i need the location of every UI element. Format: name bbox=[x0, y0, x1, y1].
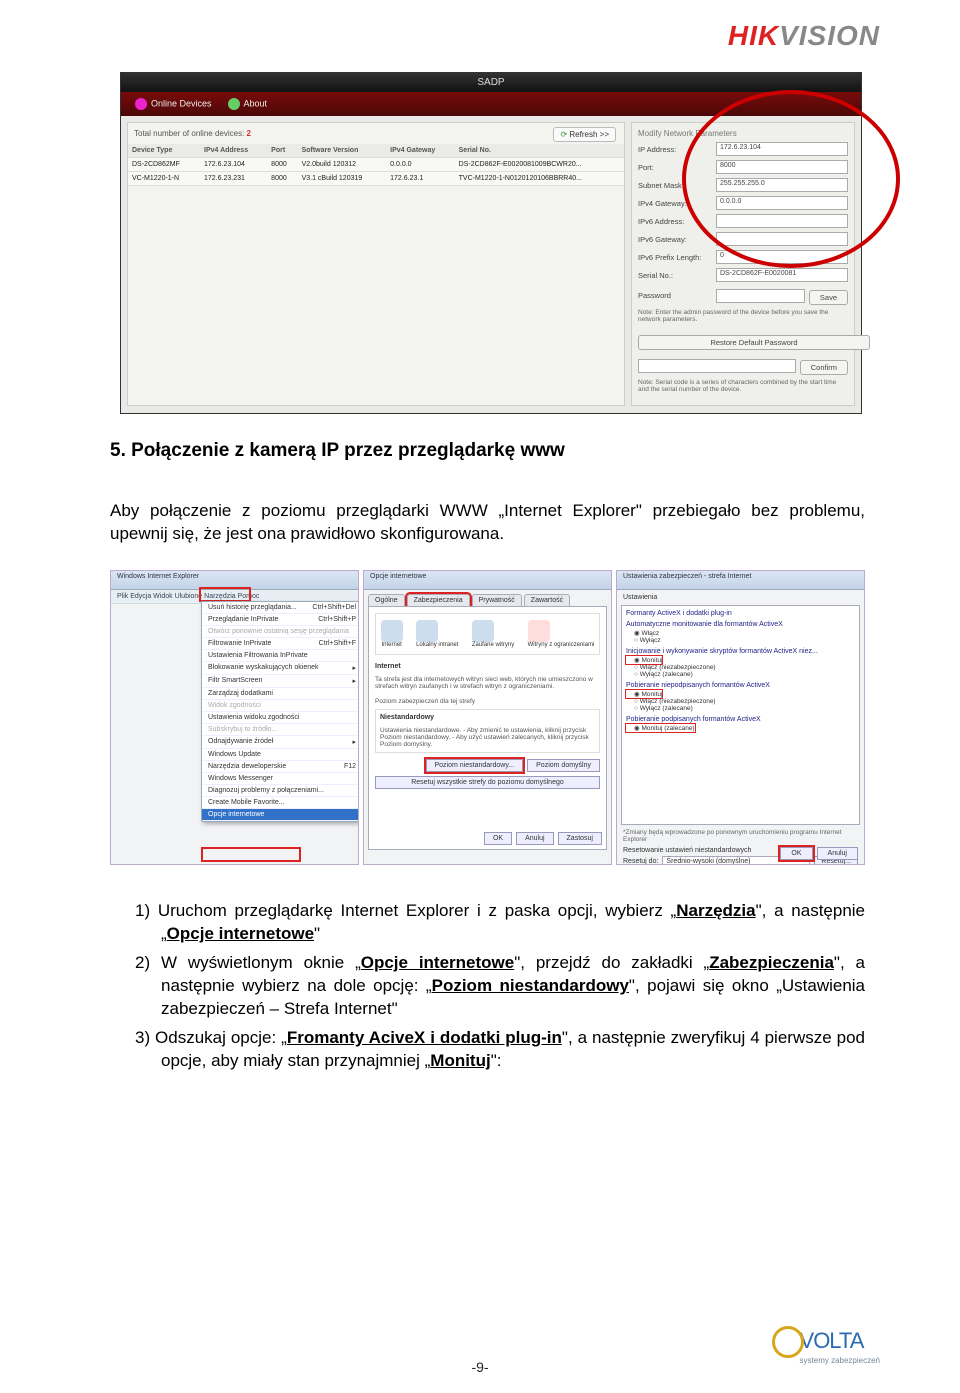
restricted-icon[interactable] bbox=[528, 620, 550, 642]
cancel-button[interactable]: Anuluj bbox=[516, 832, 553, 845]
serial-code-field[interactable] bbox=[638, 359, 796, 373]
note-text-2: Note: Serial code is a series of charact… bbox=[638, 379, 848, 393]
counter-label: Total number of online devices: bbox=[134, 129, 244, 138]
table-row[interactable]: VC-M1220-1-N172.6.23.2318000V3.1 cBuild … bbox=[128, 172, 624, 186]
tab-privacy[interactable]: Prywatność bbox=[472, 594, 522, 606]
section-heading: 5. Połączenie z kamerą IP przez przegląd… bbox=[110, 440, 565, 462]
ie-screenshots-row: Windows Internet Explorer Plik Edycja Wi… bbox=[110, 570, 865, 865]
volta-logo: VOLTA systemy zabezpieczeń bbox=[772, 1326, 880, 1365]
menu-item[interactable]: Otwórz ponownie ostatnią sesję przegląda… bbox=[202, 626, 359, 638]
zone-heading: Internet bbox=[375, 663, 600, 670]
mask-field[interactable]: 255.255.255.0 bbox=[716, 178, 848, 192]
device-list-panel: Total number of online devices: 2 ⟳ Refr… bbox=[127, 122, 625, 406]
numbered-list: 1) Uruchom przeglądarkę Internet Explore… bbox=[135, 900, 865, 1079]
menu-item-internet-options[interactable]: Opcje internetowe bbox=[202, 809, 359, 821]
nonstd-text: Ustawienia niestandardowe. - Aby zmienić… bbox=[380, 727, 595, 748]
restart-note: *Zmiany będą wprowadzone po ponownym uru… bbox=[617, 829, 864, 843]
tab-security[interactable]: Zabezpieczenia bbox=[407, 594, 470, 606]
sadp-window: SADP Online Devices About Total number o… bbox=[120, 72, 862, 414]
security-settings-dialog: Ustawienia zabezpieczeń - strefa Interne… bbox=[616, 570, 865, 865]
trusted-icon[interactable] bbox=[472, 620, 494, 642]
level-label: Poziom zabezpieczeń dla tej strefy bbox=[375, 698, 600, 705]
sadp-toolbar: Online Devices About bbox=[121, 92, 861, 116]
table-header-row: Device Type IPv4 Address Port Software V… bbox=[128, 144, 624, 158]
menu-item[interactable]: Create Mobile Favorite... bbox=[202, 797, 359, 809]
titlebar: Opcje internetowe bbox=[364, 571, 611, 590]
tab-online-devices[interactable]: Online Devices bbox=[135, 98, 212, 110]
ok-button[interactable]: OK bbox=[780, 847, 812, 860]
cancel-button[interactable]: Anuluj bbox=[817, 847, 858, 860]
settings-list[interactable]: Formanty ActiveX i dodatki plug-in Autom… bbox=[621, 605, 860, 825]
default-level-button[interactable]: Poziom domyślny bbox=[527, 759, 600, 772]
globe-icon bbox=[135, 98, 147, 110]
settings-label: Ustawienia bbox=[617, 590, 864, 601]
reset-zones-button[interactable]: Resetuj wszystkie strefy do poziomu domy… bbox=[375, 776, 600, 789]
ip6-field[interactable] bbox=[716, 214, 848, 228]
menu-item[interactable]: Filtrowanie InPrivateCtrl+Shift+F bbox=[202, 638, 359, 650]
menu-item[interactable]: Filtr SmartScreen▸ bbox=[202, 675, 359, 688]
menu-item[interactable]: Ustawienia widoku zgodności bbox=[202, 712, 359, 724]
tools-dropdown: Usuń historię przeglądania...Ctrl+Shift+… bbox=[201, 601, 359, 822]
pre6-field[interactable]: 0 bbox=[716, 250, 848, 264]
menu-item[interactable]: Narzędzia deweloperskieF12 bbox=[202, 761, 359, 773]
ok-button[interactable]: OK bbox=[484, 832, 512, 845]
save-button[interactable]: Save bbox=[809, 290, 848, 305]
menu-item[interactable]: Widok zgodności bbox=[202, 700, 359, 712]
port-field[interactable]: 8000 bbox=[716, 160, 848, 174]
serial-field: DS-2CD862F-E0020081 bbox=[716, 268, 848, 282]
list-item: 1) Uruchom przeglądarkę Internet Explore… bbox=[135, 900, 865, 946]
globe-icon[interactable] bbox=[381, 620, 403, 642]
note-text: Note: Enter the admin password of the de… bbox=[638, 309, 848, 323]
refresh-button[interactable]: ⟳ Refresh >> bbox=[553, 127, 616, 142]
gw4-field[interactable]: 0.0.0.0 bbox=[716, 196, 848, 210]
menu-item[interactable]: Windows Messenger bbox=[202, 773, 359, 785]
tab-content[interactable]: Zawartość bbox=[524, 594, 570, 606]
table-row[interactable]: DS-2CD862MF172.6.23.1048000V2.0build 120… bbox=[128, 158, 624, 172]
intro-paragraph: Aby połączenie z poziomu przeglądarki WW… bbox=[110, 500, 865, 546]
sadp-titlebar: SADP bbox=[121, 73, 861, 92]
panel-title: Modify Network Parameters bbox=[638, 129, 848, 138]
tab-general[interactable]: Ogólne bbox=[368, 594, 405, 606]
list-item: 2) W wyświetlonym oknie „Opcje interneto… bbox=[135, 952, 865, 1021]
internet-options-dialog: Opcje internetowe Ogólne Zabezpieczenia … bbox=[363, 570, 612, 865]
gear-icon bbox=[772, 1326, 804, 1358]
modify-network-panel: Modify Network Parameters IP Address:172… bbox=[631, 122, 855, 406]
restore-default-button[interactable]: Restore Default Password bbox=[638, 335, 870, 350]
gw6-field[interactable] bbox=[716, 232, 848, 246]
ie-main-window: Windows Internet Explorer Plik Edycja Wi… bbox=[110, 570, 359, 865]
device-table: Device Type IPv4 Address Port Software V… bbox=[128, 144, 624, 186]
tab-about[interactable]: About bbox=[228, 98, 268, 110]
titlebar: Ustawienia zabezpieczeń - strefa Interne… bbox=[617, 571, 864, 590]
highlight-box bbox=[199, 587, 251, 602]
highlight-box bbox=[201, 847, 301, 862]
intranet-icon[interactable] bbox=[416, 620, 438, 642]
apply-button[interactable]: Zastosuj bbox=[558, 832, 602, 845]
counter-value: 2 bbox=[247, 129, 251, 138]
nonstd-label: Niestandardowy bbox=[380, 714, 434, 721]
ip-field[interactable]: 172.6.23.104 bbox=[716, 142, 848, 156]
menu-item[interactable]: Odnajdywanie źródeł▸ bbox=[202, 736, 359, 749]
menu-item[interactable]: Blokowanie wyskakujących okienek▸ bbox=[202, 662, 359, 675]
menu-item[interactable]: Zarządzaj dodatkami bbox=[202, 688, 359, 700]
confirm-button[interactable]: Confirm bbox=[800, 360, 848, 375]
menu-item[interactable]: Usuń historię przeglądania...Ctrl+Shift+… bbox=[202, 602, 359, 614]
menu-item[interactable]: Przeglądanie InPrivateCtrl+Shift+P bbox=[202, 614, 359, 626]
password-field[interactable] bbox=[716, 289, 805, 303]
logo-left: HIK bbox=[728, 20, 779, 51]
list-item: 3) Odszukaj opcje: „Fromanty AciveX i do… bbox=[135, 1027, 865, 1073]
info-icon bbox=[228, 98, 240, 110]
logo-right: VISION bbox=[779, 20, 880, 51]
menu-item[interactable]: Ustawienia Filtrowania InPrivate bbox=[202, 650, 359, 662]
menu-item[interactable]: Subskrybuj to źródło... bbox=[202, 724, 359, 736]
custom-level-button[interactable]: Poziom niestandardowy... bbox=[426, 759, 524, 772]
menu-item[interactable]: Diagnozuj problemy z połączeniami... bbox=[202, 785, 359, 797]
zone-text: Ta strefa jest dla internetowych witryn … bbox=[375, 676, 600, 690]
menu-item[interactable]: Windows Update bbox=[202, 749, 359, 761]
hikvision-logo: HIKVISION bbox=[728, 20, 880, 52]
